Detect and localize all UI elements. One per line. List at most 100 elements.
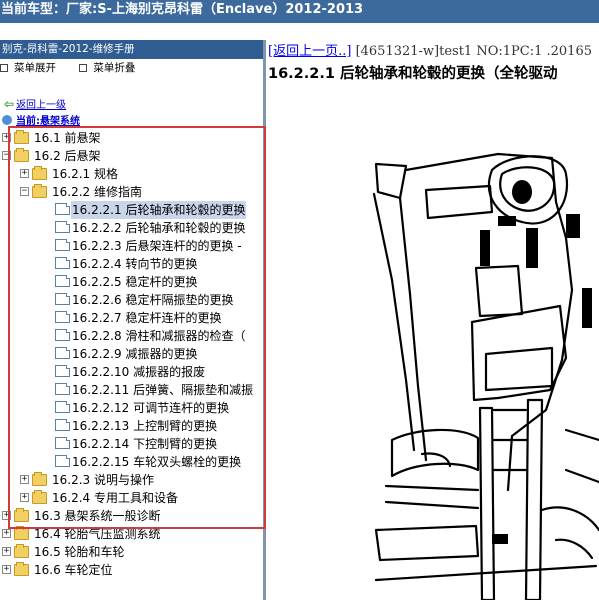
expand-toggle-icon[interactable]: + xyxy=(2,565,11,574)
node-number: 16.2.2.8 xyxy=(72,329,122,343)
tree-document[interactable]: 16.2.2.7 稳定杆连杆的更换 xyxy=(0,309,263,327)
tree-document[interactable]: 16.2.2.6 稳定杆隔振垫的更换 xyxy=(0,291,263,309)
tree-node[interactable]: + 16.2.3 说明与操作 xyxy=(0,471,263,489)
node-label: 可调节连杆的更换 xyxy=(133,401,230,415)
expand-toggle-icon[interactable]: + xyxy=(2,529,11,538)
diagram-bracket xyxy=(374,162,408,200)
tree-document[interactable]: 16.2.2.10 减振器的报废 xyxy=(0,363,263,381)
expand-toggle-icon[interactable]: + xyxy=(2,133,11,142)
back-link[interactable]: ⇦ 返回上一级 xyxy=(4,96,66,111)
node-number: 16.2.2.10 xyxy=(72,365,130,379)
collapse-toggle-icon[interactable]: − xyxy=(2,151,11,160)
document-icon xyxy=(55,365,70,377)
tree-node[interactable]: + 16.4 轮胎气压监测系统 xyxy=(0,525,263,543)
document-icon xyxy=(55,203,70,215)
sidebar-title: 别克-昂科雷-2012-维修手册 xyxy=(0,40,263,59)
window-title: 当前车型：厂家:S-上海别克昂科雷（Enclave）2012-2013 xyxy=(1,2,364,17)
folder-icon xyxy=(14,562,29,576)
node-label: 规格 xyxy=(94,167,119,181)
tree-document[interactable]: 16.2.2.2 后轮轴承和轮毂的更换 xyxy=(0,219,263,237)
expand-all-button[interactable]: 菜单展开 xyxy=(0,62,56,74)
sidebar: 别克-昂科雷-2012-维修手册 菜单展开 菜单折叠 ⇦ 返回上一级 当前:悬架系… xyxy=(0,40,266,600)
diagram-lower-arm xyxy=(374,524,480,562)
tree-document[interactable]: 16.2.2.3 后悬架连杆的的更换 - xyxy=(0,237,263,255)
diagram-bolt xyxy=(512,180,532,204)
node-label: 后轮轴承和轮毂的更换 xyxy=(125,203,246,217)
node-number: 16.5 xyxy=(34,545,61,559)
node-label: 维修指南 xyxy=(94,185,143,199)
content-pane: [返回上一页..] [4651321-w]test1 NO:1PC:1 .201… xyxy=(266,40,599,600)
folder-icon xyxy=(14,544,29,558)
document-icon xyxy=(55,347,70,359)
node-label: 专用工具和设备 xyxy=(94,491,179,505)
expand-toggle-icon[interactable]: + xyxy=(20,493,29,502)
folder-icon xyxy=(32,490,47,504)
node-label: 滑柱和减振器的检查（ xyxy=(125,329,246,343)
collapse-all-button[interactable]: 菜单折叠 xyxy=(79,62,135,74)
tree-node[interactable]: + 16.1 前悬架 xyxy=(0,129,263,147)
node-label: 轮胎和车轮 xyxy=(64,545,125,559)
expand-toggle-icon[interactable]: + xyxy=(20,475,29,484)
page-title: 16.2.2.1 后轮轴承和轮毂的更换（全轮驱动 xyxy=(268,66,558,82)
diagram-shock-rod xyxy=(478,406,496,600)
node-label: 轮胎气压监测系统 xyxy=(64,527,161,541)
tree-node[interactable]: + 16.2.1 规格 xyxy=(0,165,263,183)
node-label: 后轮轴承和轮毂的更换 xyxy=(125,221,246,235)
current-section-label: 当前:悬架系统 xyxy=(16,116,80,127)
back-page-link[interactable]: [返回上一页..] xyxy=(268,44,351,59)
expand-toggle-icon[interactable]: + xyxy=(20,169,29,178)
menu-icon xyxy=(0,64,8,72)
tree-document[interactable]: 16.2.2.9 减振器的更换 xyxy=(0,345,263,363)
tree-document[interactable]: 16.2.2.14 下控制臂的更换 xyxy=(0,435,263,453)
document-icon xyxy=(55,419,70,431)
node-label: 稳定杆的更换 xyxy=(125,275,198,289)
folder-icon xyxy=(14,130,29,144)
tree-node[interactable]: + 16.5 轮胎和车轮 xyxy=(0,543,263,561)
document-icon xyxy=(55,239,70,251)
document-icon xyxy=(55,221,70,233)
menu-icon xyxy=(79,64,88,72)
node-number: 16.2.2.1 xyxy=(72,203,122,217)
document-icon xyxy=(55,383,70,395)
toolbar-spacer xyxy=(0,23,599,40)
navigation-tree: + 16.1 前悬架 − 16.2 后悬架 + 16.2.1 规格 − 16.2… xyxy=(0,129,263,579)
tree-node[interactable]: + 16.6 车轮定位 xyxy=(0,561,263,579)
window-title-bar: 当前车型：厂家:S-上海别克昂科雷（Enclave）2012-2013 xyxy=(0,0,599,23)
node-label: 后悬架连杆的的更换 - xyxy=(125,239,242,253)
node-number: 16.2.2.12 xyxy=(72,401,130,415)
tree-node[interactable]: − 16.2 后悬架 xyxy=(0,147,263,165)
node-number: 16.2.1 xyxy=(52,167,91,181)
node-number: 16.2.2.4 xyxy=(72,257,122,271)
folder-open-icon xyxy=(32,184,47,198)
tree-document[interactable]: 16.2.2.8 滑柱和减振器的检查（ xyxy=(0,327,263,345)
node-label: 车轮双头螺栓的更换 xyxy=(133,455,242,469)
node-number: 16.2.2.11 xyxy=(72,383,130,397)
document-icon xyxy=(55,311,70,323)
folder-icon xyxy=(14,526,29,540)
tree-document[interactable]: 16.2.2.15 车轮双头螺栓的更换 xyxy=(0,453,263,471)
expand-toggle-icon[interactable]: + xyxy=(2,511,11,520)
node-label: 减振器的更换 xyxy=(125,347,198,361)
tree-node[interactable]: + 16.3 悬架系统一般诊断 xyxy=(0,507,263,525)
node-label: 减振器的报废 xyxy=(133,365,206,379)
collapse-toggle-icon[interactable]: − xyxy=(20,187,29,196)
document-icon xyxy=(55,329,70,341)
node-number: 16.2.2.13 xyxy=(72,419,130,433)
tree-document[interactable]: 16.2.2.13 上控制臂的更换 xyxy=(0,417,263,435)
tree-document[interactable]: 16.2.2.5 稳定杆的更换 xyxy=(0,273,263,291)
node-label: 车轮定位 xyxy=(64,563,113,577)
node-number: 16.2.2.5 xyxy=(72,275,122,289)
node-number: 16.2.2.9 xyxy=(72,347,122,361)
tree-node[interactable]: − 16.2.2 维修指南 xyxy=(0,183,263,201)
folder-open-icon xyxy=(14,148,29,162)
tree-document-selected[interactable]: 16.2.2.1 后轮轴承和轮毂的更换 xyxy=(0,201,263,219)
node-label: 稳定杆隔振垫的更换 xyxy=(125,293,234,307)
document-icon xyxy=(55,455,70,467)
tree-node[interactable]: + 16.2.4 专用工具和设备 xyxy=(0,489,263,507)
tree-document[interactable]: 16.2.2.12 可调节连杆的更换 xyxy=(0,399,263,417)
expand-toggle-icon[interactable]: + xyxy=(2,547,11,556)
node-number: 16.2.2.14 xyxy=(72,437,130,451)
tree-document[interactable]: 16.2.2.4 转向节的更换 xyxy=(0,255,263,273)
tree-document[interactable]: 16.2.2.11 后弹簧、隔振垫和减振 xyxy=(0,381,263,399)
current-section[interactable]: 当前:悬架系统 xyxy=(2,112,80,127)
